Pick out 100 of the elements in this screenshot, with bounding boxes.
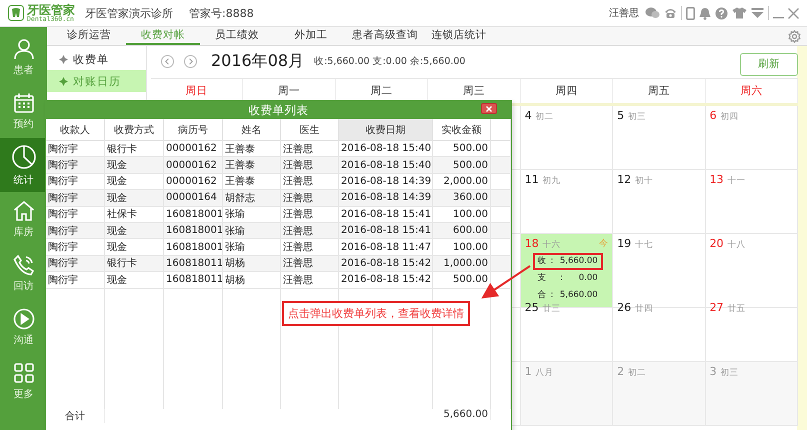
table-cell: 2016-08-18 15:40 [339, 157, 433, 174]
lunar-date: 八月 [536, 367, 554, 379]
lunar-date: 十八 [728, 239, 746, 251]
lunar-date: 十六 [542, 239, 561, 251]
close-button[interactable] [481, 103, 497, 114]
lunar-date: 初三 [720, 367, 739, 379]
sidebar-item[interactable]: 统计 [0, 138, 47, 192]
table-cell: 汪善思 [281, 157, 339, 174]
table-cell: 2016-08-18 15:42 [339, 256, 433, 272]
diamond-icon [59, 76, 68, 86]
settings-icon[interactable] [788, 30, 801, 42]
day-number: 6 [710, 109, 717, 122]
tab[interactable]: 诊所运营 [52, 27, 126, 45]
calendar-icon [12, 92, 34, 114]
phone-icon [12, 254, 34, 276]
table-cell: 陶衍宇 [46, 157, 105, 174]
table-cell: 现金 [105, 157, 164, 174]
chat-icon[interactable] [645, 7, 660, 19]
day-number: 12 [617, 173, 632, 186]
tooth-logo-icon [8, 5, 24, 21]
lunar-date: 十一 [728, 175, 746, 187]
table-cell: 现金 [105, 272, 164, 289]
table-cell: 陶衍宇 [46, 256, 105, 272]
column-header[interactable]: 姓名 [223, 119, 281, 141]
table-cell: 陶衍宇 [46, 272, 105, 289]
table-cell: 360.00 [433, 190, 491, 207]
tab[interactable]: 员工绩效 [200, 27, 274, 45]
table-cell: 胡杨 [223, 256, 281, 272]
table-cell [491, 256, 511, 272]
today-mark: 今 [599, 238, 608, 250]
next-month-button[interactable] [184, 54, 197, 68]
lunar-date: 十七 [635, 239, 654, 251]
calendar-day-cell[interactable]: 13 十一 [706, 170, 798, 234]
weekday-header: 周六 [706, 79, 798, 103]
day-number: 20 [710, 237, 724, 250]
table-cell: 2016-08-18 14:39 [339, 190, 433, 207]
house-icon [12, 200, 34, 222]
account-number: 管家号:8888 [189, 6, 254, 20]
table-cell: 胡杨 [223, 272, 281, 289]
table-cell: 现金 [105, 190, 164, 207]
table-cell: 汪善思 [281, 190, 339, 207]
table-cell: 600.00 [433, 222, 491, 240]
lunar-date: 初二 [628, 367, 646, 379]
table-cell: 张瑜 [223, 222, 281, 240]
column-header[interactable]: 收款人 [46, 119, 105, 141]
table-cell: 银行卡 [105, 256, 164, 272]
user-name[interactable]: 汪善思 [609, 6, 639, 20]
lunar-date: 初二 [536, 111, 554, 123]
calendar-day-cell[interactable]: 6 初四 [706, 106, 798, 170]
calendar-day-cell[interactable]: 4 初二 [520, 106, 614, 170]
column-header[interactable]: 实收金额 [433, 119, 491, 141]
total-label: 合计 [46, 409, 105, 423]
day-amount: 支: 0.00 [536, 272, 599, 285]
table-cell: 现金 [105, 222, 164, 240]
play-icon [12, 308, 34, 330]
total-amount: 5,660.00 [433, 409, 491, 420]
day-number: 13 [710, 173, 724, 186]
bell-icon[interactable] [699, 6, 711, 20]
clinic-name: 牙医管家演示诊所 [85, 6, 173, 20]
column-header[interactable]: 收费方式 [105, 119, 164, 141]
table-cell [491, 272, 511, 289]
mobile-icon[interactable] [686, 6, 695, 20]
column-header[interactable]: 收费日期 [339, 119, 433, 141]
app-name: 牙医管家 [27, 4, 75, 16]
calendar-day-cell[interactable]: 5 初三 [613, 106, 706, 170]
table-cell: 王善泰 [223, 157, 281, 174]
dropdown-icon[interactable] [751, 7, 764, 19]
day-number: 1 [524, 365, 532, 378]
help-icon[interactable] [715, 6, 728, 20]
tab[interactable]: 患者高级查询 [348, 27, 422, 45]
table-cell: 500.00 [433, 272, 491, 289]
day-number: 11 [524, 173, 539, 186]
tab[interactable]: 连锁店统计 [422, 27, 496, 45]
phone-icon[interactable] [664, 7, 677, 19]
prev-month-button[interactable] [161, 54, 174, 68]
lunar-date: 初十 [635, 175, 654, 187]
tab[interactable]: 外加工 [274, 27, 348, 45]
lunar-date: 初九 [542, 175, 561, 187]
day-number: 4 [524, 109, 532, 122]
table-cell: 00000164 [164, 190, 223, 207]
calendar-day-cell[interactable]: 12 初十 [613, 170, 706, 234]
day-number: 2 [617, 365, 624, 378]
month-title: 2016年08月 [211, 50, 304, 72]
submenu-item[interactable]: 收费单 [47, 48, 146, 70]
column-header [491, 119, 511, 141]
close-icon[interactable] [788, 8, 799, 18]
table-cell: 500.00 [433, 157, 491, 174]
table-cell: 2016-08-18 15:42 [339, 272, 433, 289]
table-cell: 汪善思 [281, 272, 339, 289]
shirt-icon[interactable] [732, 7, 747, 19]
weekday-header: 周五 [613, 79, 706, 103]
day-number: 5 [617, 109, 624, 122]
table-cell: 汪善思 [281, 256, 339, 272]
annotation-note: 点击弹出收费单列表，查看收费详情 [282, 301, 470, 326]
table-cell [491, 190, 511, 207]
table-cell: 00000162 [164, 157, 223, 174]
person-icon [12, 38, 34, 60]
column-header[interactable]: 病历号 [164, 119, 223, 141]
table-cell: 160818011 [164, 256, 223, 272]
day-number: 3 [710, 365, 717, 378]
